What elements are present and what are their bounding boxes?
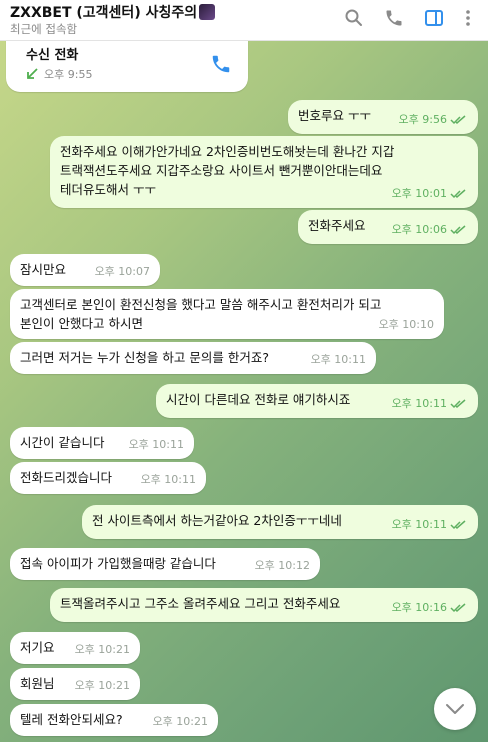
read-check-icon	[450, 114, 466, 124]
message-text: 번호루요 ㅜㅜ	[298, 108, 371, 123]
call-info: 오후 9:55	[26, 66, 92, 82]
message-time: 오후 10:10	[378, 318, 434, 331]
message-bubble[interactable]: 고객센터로 본인이 환전신청을 했다고 말씀 해주시고 환전처리가 되고 본인이…	[10, 289, 444, 339]
message-text: 그러면 저거는 누가 신청을 하고 문의를 한거죠?	[20, 350, 269, 365]
phone-icon[interactable]	[382, 6, 406, 30]
incoming-arrow-icon	[27, 68, 38, 79]
more-icon[interactable]	[456, 6, 480, 30]
message-time: 오후 10:11	[140, 473, 196, 486]
message-time: 오후 10:21	[74, 643, 130, 656]
message-time: 오후 10:07	[94, 265, 150, 278]
message-time: 오후 10:21	[74, 679, 130, 692]
message-bubble[interactable]: 접속 아이피가 가입했을때랑 같습니다 오후 10:12	[10, 548, 320, 580]
message-text: 시간이 같습니다	[20, 435, 105, 450]
message-time: 오후 10:12	[254, 559, 310, 572]
message-time: 오후 10:21	[152, 715, 208, 728]
message-time: 오후 10:11	[310, 353, 366, 366]
message-text: 텔레 전화안되세요?	[20, 712, 123, 727]
message-text: 고객센터로 본인이 환전신청을 했다고 말씀 해주시고 환전처리가 되고 본인이…	[20, 297, 382, 331]
read-check-icon	[450, 188, 466, 198]
message-time: 오후 10:06	[392, 220, 468, 239]
message-time: 오후 10:11	[128, 438, 184, 451]
chat-status: 최근에 접속함	[10, 22, 78, 36]
message-time-text: 오후 10:16	[391, 601, 447, 614]
message-text: 회원님	[20, 676, 55, 691]
call-title: 수신 전화	[26, 48, 79, 63]
call-message[interactable]: 수신 전화 오후 9:55	[6, 40, 248, 92]
message-time-text: 오후 10:01	[391, 187, 447, 200]
message-bubble[interactable]: 시간이 같습니다 오후 10:11	[10, 427, 194, 459]
read-check-icon	[450, 398, 466, 408]
search-icon[interactable]	[342, 6, 366, 30]
message-text: 접속 아이피가 가입했을때랑 같습니다	[20, 556, 216, 571]
message-text: 트잭올려주시고 그주소 올려주세요 그리고 전화주세요	[60, 596, 341, 611]
call-time: 오후 9:55	[44, 68, 93, 81]
read-check-icon	[450, 224, 466, 234]
message-text: 전화드리겠습니다	[20, 470, 113, 485]
message-time: 오후 10:11	[392, 394, 468, 413]
avatar[interactable]	[199, 4, 216, 20]
message-text: 전화주세요 이해가안가네요 2차인증비번도해놧는데 환나간 지갑 트랙잭션도주세…	[60, 144, 395, 197]
message-time-text: 오후 10:11	[391, 518, 447, 531]
message-bubble[interactable]: 전 사이트측에서 하는거같아요 2차인증ㅜㅜ네네 오후 10:11	[82, 505, 478, 539]
read-check-icon	[450, 519, 466, 529]
message-bubble[interactable]: 트잭올려주시고 그주소 올려주세요 그리고 전화주세요 오후 10:16	[50, 588, 478, 622]
message-text: 전화주세요	[308, 218, 366, 233]
message-time-text: 오후 10:06	[391, 223, 447, 236]
message-text: 저기요	[20, 640, 55, 655]
message-bubble[interactable]: 그러면 저거는 누가 신청을 하고 문의를 한거죠? 오후 10:11	[10, 342, 376, 374]
message-time-text: 오후 9:56	[398, 113, 447, 126]
message-list[interactable]: 수신 전화 오후 9:55 번호루요 ㅜㅜ 오후 9:56 전화주세요 이해가안…	[0, 40, 488, 742]
call-back-icon[interactable]	[210, 53, 232, 75]
message-bubble[interactable]: 전화주세요 오후 10:06	[298, 210, 478, 244]
message-bubble[interactable]: 전화드리겠습니다 오후 10:11	[10, 462, 206, 494]
message-bubble[interactable]: 전화주세요 이해가안가네요 2차인증비번도해놧는데 환나간 지갑 트랙잭션도주세…	[50, 136, 478, 208]
message-bubble[interactable]: 회원님 오후 10:21	[10, 668, 140, 700]
chat-title[interactable]: ZXXBET (고객센터) 사칭주의	[10, 2, 216, 22]
chat-header: ZXXBET (고객센터) 사칭주의 최근에 접속함	[0, 0, 488, 41]
message-bubble[interactable]: 시간이 다른데요 전화로 얘기하시죠 오후 10:11	[156, 384, 478, 418]
message-text: 전 사이트측에서 하는거같아요 2차인증ㅜㅜ네네	[92, 513, 342, 528]
message-time: 오후 10:01	[392, 184, 468, 203]
message-bubble[interactable]: 저기요 오후 10:21	[10, 632, 140, 664]
message-bubble[interactable]: 번호루요 ㅜㅜ 오후 9:56	[288, 100, 478, 134]
message-text: 잠시만요	[20, 262, 67, 277]
message-time: 오후 10:16	[392, 598, 468, 617]
message-bubble[interactable]: 텔레 전화안되세요? 오후 10:21	[10, 704, 218, 736]
message-time: 오후 9:56	[399, 110, 468, 129]
sidebar-toggle-icon[interactable]	[422, 6, 446, 30]
read-check-icon	[450, 602, 466, 612]
message-text: 시간이 다른데요 전화로 얘기하시죠	[166, 392, 351, 407]
message-time-text: 오후 10:11	[391, 397, 447, 410]
message-time: 오후 10:11	[392, 515, 468, 534]
scroll-down-button[interactable]	[434, 688, 476, 730]
chevron-down-icon	[446, 704, 464, 714]
chat-title-text[interactable]: ZXXBET (고객센터) 사칭주의	[10, 5, 197, 21]
message-bubble[interactable]: 잠시만요 오후 10:07	[10, 254, 160, 286]
